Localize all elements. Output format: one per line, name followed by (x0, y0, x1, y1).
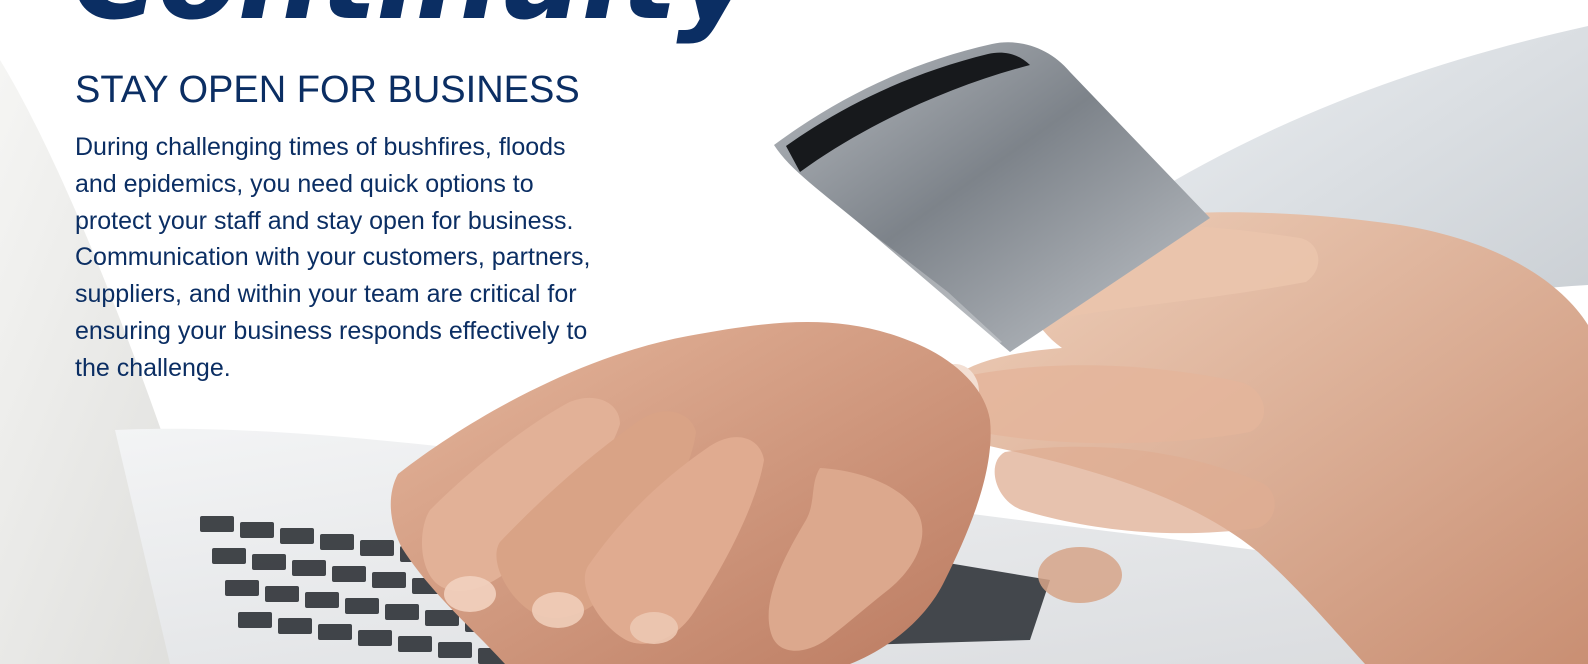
subheading: STAY OPEN FOR BUSINESS (75, 69, 580, 111)
headline: Continuity (72, 0, 753, 36)
body-copy: During challenging times of bushfires, f… (75, 133, 591, 382)
